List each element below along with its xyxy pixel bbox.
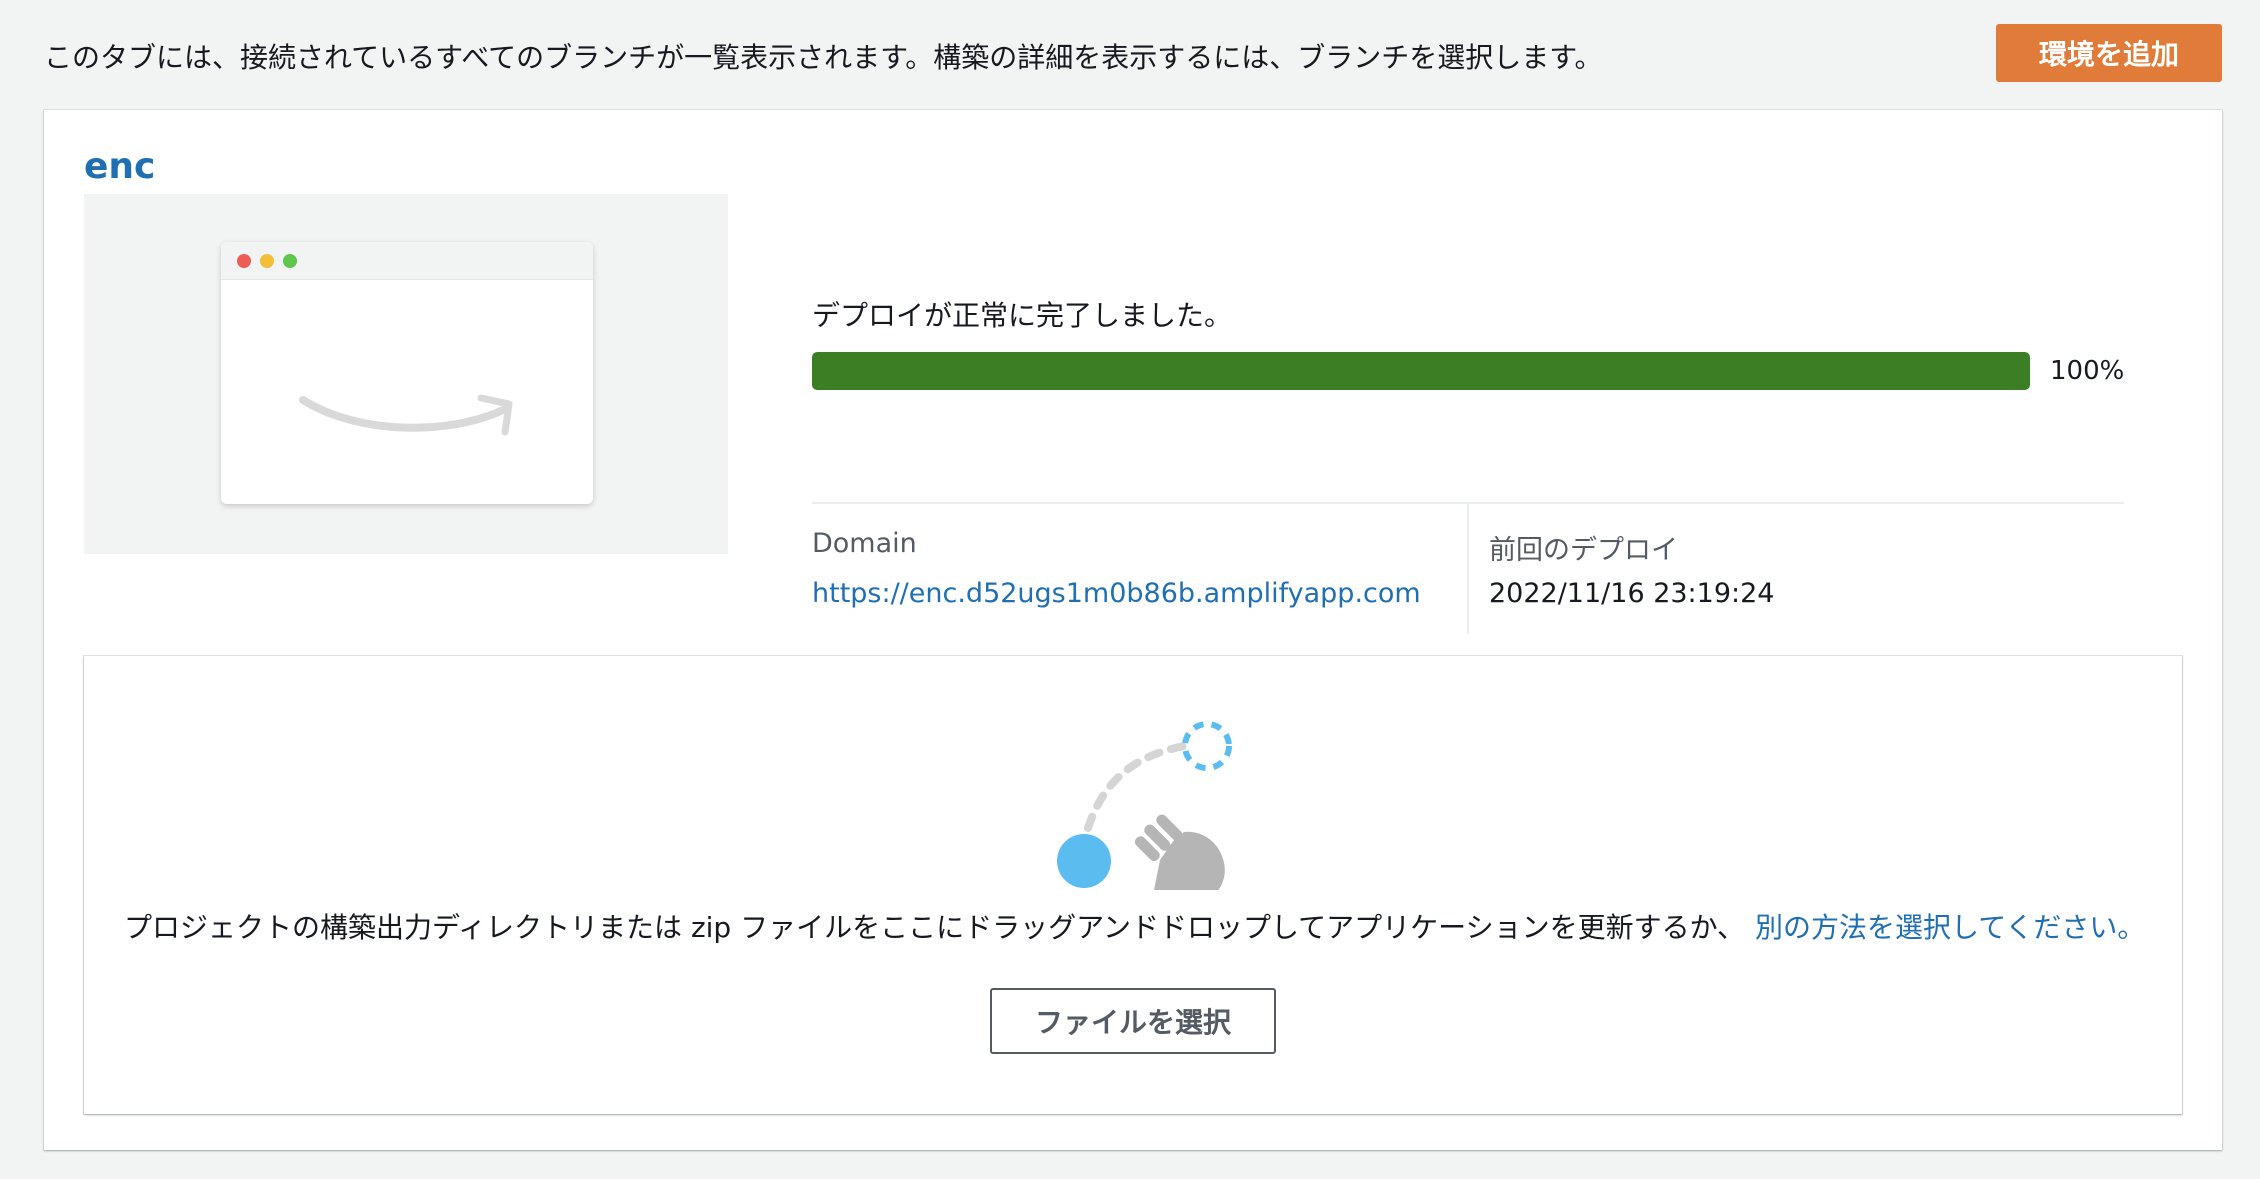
branch-card: enc デプロイが正常に完了しました。 100% Domain https://… [44,110,2222,1150]
domain-link[interactable]: https://enc.d52ugs1m0b86b.amplifyapp.com [812,578,1421,609]
close-dot-icon [237,254,251,268]
drop-instruction-text: プロジェクトの構築出力ディレクトリまたは zip ファイルをここにドラッグアンド… [124,911,1746,944]
amazon-smile-icon [299,394,513,436]
branch-preview-thumbnail[interactable] [84,194,728,554]
deploy-progress-fill [812,352,2030,390]
maximize-dot-icon [283,254,297,268]
last-deploy-value: 2022/11/16 23:19:24 [1489,578,1775,609]
add-environment-button[interactable]: 環境を追加 [1996,24,2222,82]
browser-title-bar [221,242,593,280]
drag-and-drop-zone[interactable]: プロジェクトの構築出力ディレクトリまたは zip ファイルをここにドラッグアンド… [84,656,2182,1114]
drag-and-drop-hand-icon [1057,721,1232,890]
last-deploy-label: 前回のデプロイ [1489,535,1678,566]
minimize-dot-icon [260,254,274,268]
top-bar: このタブには、接続されているすべてのブランチが一覧表示されます。構築の詳細を表示… [0,0,2260,104]
deploy-progress-bar [812,352,2030,390]
branch-name-link[interactable]: enc [84,146,155,187]
details-column-divider [1467,504,1469,634]
intro-text: このタブには、接続されているすべてのブランチが一覧表示されます。構築の詳細を表示… [44,41,1603,74]
browser-window-icon [221,242,593,504]
deploy-status-text: デプロイが正常に完了しました。 [812,299,1233,332]
deploy-progress-label: 100% [2050,356,2125,386]
choose-other-method-link[interactable]: 別の方法を選択してください。 [1755,911,2145,944]
domain-label: Domain [812,528,917,559]
choose-file-button[interactable]: ファイルを選択 [990,988,1276,1054]
